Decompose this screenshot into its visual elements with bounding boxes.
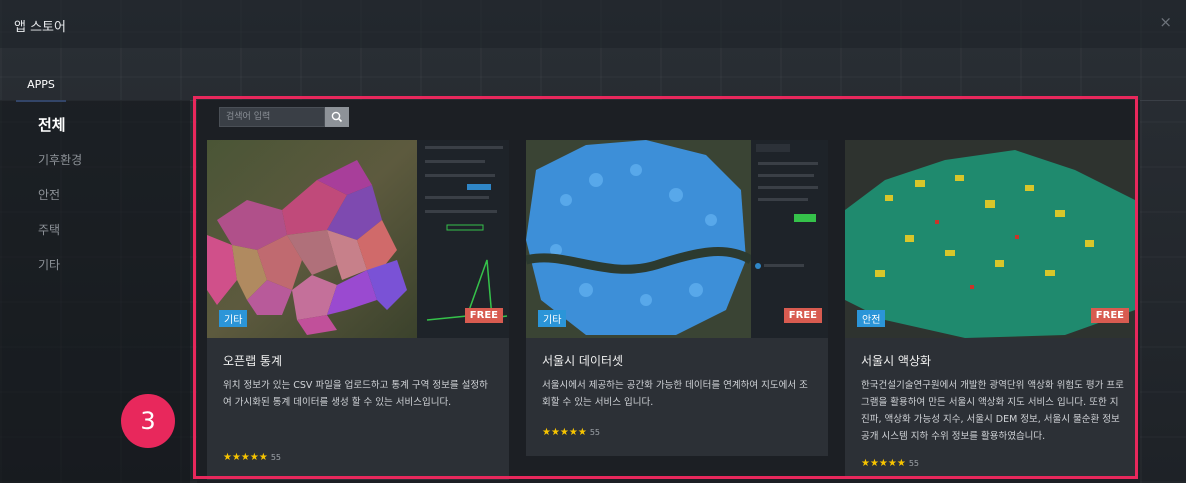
app-thumbnail: 기타 FREE <box>207 140 509 338</box>
app-description: 서울시에서 제공하는 공간화 가능한 데이터를 연계하여 지도에서 조회할 수 … <box>542 380 808 408</box>
star-icons: ★★★★★ <box>542 427 587 438</box>
app-title: 서울시 데이터셋 <box>542 354 624 368</box>
sidebar-item-all[interactable]: 전체 <box>38 114 66 135</box>
category-tag: 안전 <box>857 310 886 327</box>
search-input[interactable] <box>219 107 325 127</box>
window-title: 앱 스토어 <box>14 20 66 35</box>
star-icons: ★★★★★ <box>223 452 268 463</box>
app-rating: ★★★★★ 55 <box>542 427 600 438</box>
app-title: 오픈랩 통계 <box>223 354 283 368</box>
price-badge: FREE <box>1090 308 1129 323</box>
search-button[interactable] <box>325 107 349 127</box>
app-description: 위치 정보가 있는 CSV 파일을 업로드하고 통계 구역 정보를 설정하여 가… <box>223 380 488 408</box>
rating-count: 55 <box>589 428 601 437</box>
search-icon <box>331 111 343 123</box>
app-thumbnail: 안전 FREE <box>845 140 1135 338</box>
sidebar-item-housing[interactable]: 주택 <box>38 221 60 238</box>
sidebar-item-etc[interactable]: 기타 <box>38 256 60 273</box>
close-icon[interactable]: × <box>1159 13 1172 31</box>
category-tag: 기타 <box>219 310 248 327</box>
sidebar-item-climate[interactable]: 기후환경 <box>38 151 82 168</box>
rating-count: 55 <box>908 459 920 468</box>
tab-bar: APPS <box>0 72 1186 102</box>
star-icons: ★★★★★ <box>861 458 906 469</box>
price-badge: FREE <box>783 308 822 323</box>
title-bar: 앱 스토어 × <box>0 0 1186 48</box>
tab-apps[interactable]: APPS <box>16 72 66 102</box>
price-badge: FREE <box>464 308 503 323</box>
rating-count: 55 <box>270 453 282 462</box>
app-card[interactable]: 기타 FREE 오픈랩 통계 위치 정보가 있는 CSV 파일을 업로드하고 통… <box>207 140 509 480</box>
app-card[interactable]: 기타 FREE 서울시 데이터셋 서울시에서 제공하는 공간화 가능한 데이터를… <box>526 140 828 456</box>
app-title: 서울시 액상화 <box>861 354 932 368</box>
step-marker: 3 <box>121 394 175 448</box>
app-rating: ★★★★★ 55 <box>861 458 919 469</box>
app-rating: ★★★★★ 55 <box>223 452 281 463</box>
sidebar-item-safety[interactable]: 안전 <box>38 186 60 203</box>
app-card[interactable]: 안전 FREE 서울시 액상화 한국건설기술연구원에서 개발한 광역단위 액상화… <box>845 140 1135 476</box>
app-thumbnail: 기타 FREE <box>526 140 828 338</box>
app-description: 한국건설기술연구원에서 개발한 광역단위 액상화 위험도 평가 프로그램을 활용… <box>861 380 1124 442</box>
category-tag: 기타 <box>538 310 567 327</box>
